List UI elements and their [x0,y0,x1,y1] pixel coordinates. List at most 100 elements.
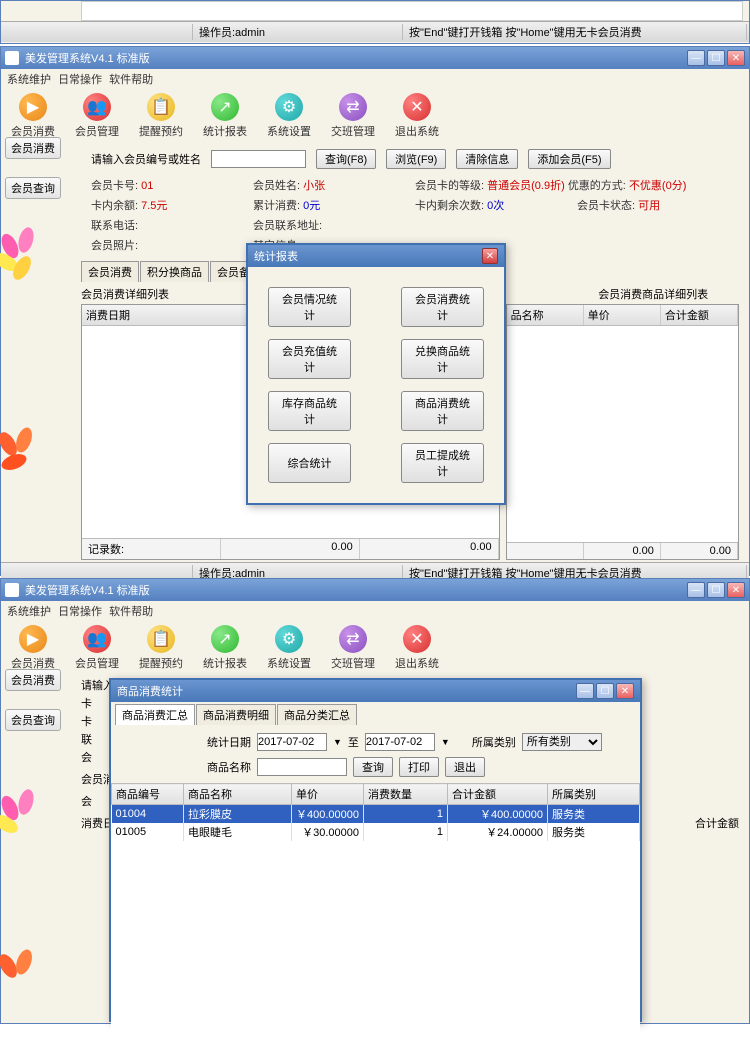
minimize-button[interactable]: — [687,50,705,66]
app-icon [5,51,19,65]
exit-button[interactable]: 退出 [445,757,485,777]
note-icon: 📋 [147,625,175,653]
date-from[interactable] [257,733,327,751]
maximize-button[interactable]: ☐ [707,582,725,598]
swap-icon: ⇄ [339,625,367,653]
people-icon: 👥 [83,625,111,653]
toolbar: ▶会员消费 👥会员管理 📋提醒预约 ↗统计报表 ⚙系统设置 ⇄交班管理 ✕退出系… [1,621,749,675]
goods-name-input[interactable] [257,758,347,776]
menu-help[interactable]: 软件帮助 [109,74,153,86]
tool-settings[interactable]: ⚙系统设置 [267,625,311,671]
tool-remind[interactable]: 📋提醒预约 [139,625,183,671]
stat-commission[interactable]: 员工提成统计 [401,443,484,483]
x-icon: ✕ [403,625,431,653]
tool-shift[interactable]: ⇄交班管理 [331,93,375,139]
window-title: 美发管理系统V4.1 标准版 [25,50,687,66]
tool-member[interactable]: 👥会员管理 [75,625,119,671]
stat-recharge[interactable]: 会员充值统计 [268,339,351,379]
query-button[interactable]: 查询 [353,757,393,777]
gear-icon: ⚙ [275,93,303,121]
dialog-close-button[interactable]: ✕ [616,683,634,699]
stat-inventory[interactable]: 库存商品统计 [268,391,351,431]
stat-goods-consume[interactable]: 商品消费统计 [401,391,484,431]
hotkey-hint: 按"End"键打开钱箱 按"Home"键用无卡会员消费 [403,24,747,40]
tool-stats[interactable]: ↗统计报表 [203,625,247,671]
tab-summary[interactable]: 商品消费汇总 [115,704,195,725]
clear-button[interactable]: 清除信息 [456,149,518,169]
menubar: 系统维护 日常操作 软件帮助 [1,601,749,621]
dialog-maximize-button[interactable]: ☐ [596,683,614,699]
member-name: 小张 [303,180,325,192]
menu-system[interactable]: 系统维护 [7,74,51,86]
tool-stats[interactable]: ↗统计报表 [203,93,247,139]
stat-member-consume[interactable]: 会员消费统计 [401,287,484,327]
browse-button[interactable]: 浏览(F9) [386,149,446,169]
close-button[interactable]: ✕ [727,582,745,598]
flower-decoration [1,227,51,287]
menu-daily[interactable]: 日常操作 [58,74,102,86]
stat-exchange[interactable]: 兑换商品统计 [401,339,484,379]
remaining: 0次 [487,200,504,212]
pref-mode: 不优惠(0分) [629,180,686,192]
total-spend: 0元 [303,200,320,212]
goods-stats-dialog: 商品消费统计 — ☐ ✕ 商品消费汇总 商品消费明细 商品分类汇总 统计日期 ▼… [109,678,642,1022]
dialog-titlebar[interactable]: 商品消费统计 — ☐ ✕ [111,680,640,702]
tab-category[interactable]: 商品分类汇总 [277,704,357,725]
menu-system[interactable]: 系统维护 [7,606,51,618]
side-consume[interactable]: 会员消费 [5,137,61,159]
side-query[interactable]: 会员查询 [5,177,61,199]
dialog-close-button[interactable]: ✕ [482,248,498,264]
arrow-icon: ↗ [211,93,239,121]
tool-settings[interactable]: ⚙系统设置 [267,93,311,139]
close-button[interactable]: ✕ [727,50,745,66]
note-icon: 📋 [147,93,175,121]
tool-remind[interactable]: 📋提醒预约 [139,93,183,139]
date-to[interactable] [365,733,435,751]
operator-status: 操作员:admin [193,24,403,40]
tab-consume[interactable]: 会员消费 [81,261,139,282]
balance: 7.5元 [141,200,167,212]
tool-consume[interactable]: ▶会员消费 [11,93,55,139]
category-select[interactable]: 所有类别 [522,733,602,751]
goods-grid[interactable]: 品名称 单价 合计金额 0.00 0.00 [506,304,739,560]
tool-exit[interactable]: ✕退出系统 [395,625,439,671]
arrow-icon: ↗ [211,625,239,653]
tool-consume[interactable]: ▶会员消费 [11,625,55,671]
query-button[interactable]: 查询(F8) [316,149,376,169]
titlebar[interactable]: 美发管理系统V4.1 标准版 — ☐ ✕ [1,579,749,601]
dialog-minimize-button[interactable]: — [576,683,594,699]
flower-decoration [1,789,51,849]
toolbar: ▶会员消费 👥会员管理 📋提醒预约 ↗统计报表 ⚙系统设置 ⇄交班管理 ✕退出系… [1,89,749,143]
stats-dialog: 统计报表 ✕ 会员情况统计 会员消费统计 会员充值统计 兑换商品统计 库存商品统… [246,243,506,505]
table-row[interactable]: 01004拉彩膜皮￥400.000001￥400.00000服务类 [112,805,640,824]
menu-help[interactable]: 软件帮助 [109,606,153,618]
side-consume[interactable]: 会员消费 [5,669,61,691]
menu-daily[interactable]: 日常操作 [58,606,102,618]
flower-decoration [1,427,51,487]
print-button[interactable]: 打印 [399,757,439,777]
minimize-button[interactable]: — [687,582,705,598]
search-input[interactable] [211,150,306,168]
side-query[interactable]: 会员查询 [5,709,61,731]
goods-table[interactable]: 商品编号 商品名称 单价 消费数量 合计金额 所属类别 01004拉彩膜皮￥40… [111,783,640,841]
swap-icon: ⇄ [339,93,367,121]
stat-comprehensive[interactable]: 综合统计 [268,443,351,483]
maximize-button[interactable]: ☐ [707,50,725,66]
tool-exit[interactable]: ✕退出系统 [395,93,439,139]
tool-member[interactable]: 👥会员管理 [75,93,119,139]
record-count: 记录数: [82,539,221,559]
titlebar[interactable]: 美发管理系统V4.1 标准版 — ☐ ✕ [1,47,749,69]
stat-member-info[interactable]: 会员情况统计 [268,287,351,327]
tool-shift[interactable]: ⇄交班管理 [331,625,375,671]
add-member-button[interactable]: 添加会员(F5) [528,149,610,169]
app-icon [5,583,19,597]
gear-icon: ⚙ [275,625,303,653]
table-row[interactable]: 01005电眼睫毛￥30.000001￥24.00000服务类 [112,823,640,841]
left-subtitle: 会员消费详细列表 [81,286,253,302]
people-icon: 👥 [83,93,111,121]
tab-detail[interactable]: 商品消费明细 [196,704,276,725]
dialog-titlebar[interactable]: 统计报表 ✕ [248,245,504,267]
card-state: 可用 [638,200,660,212]
card-number: 01 [141,180,153,192]
tab-points[interactable]: 积分换商品 [140,261,209,282]
